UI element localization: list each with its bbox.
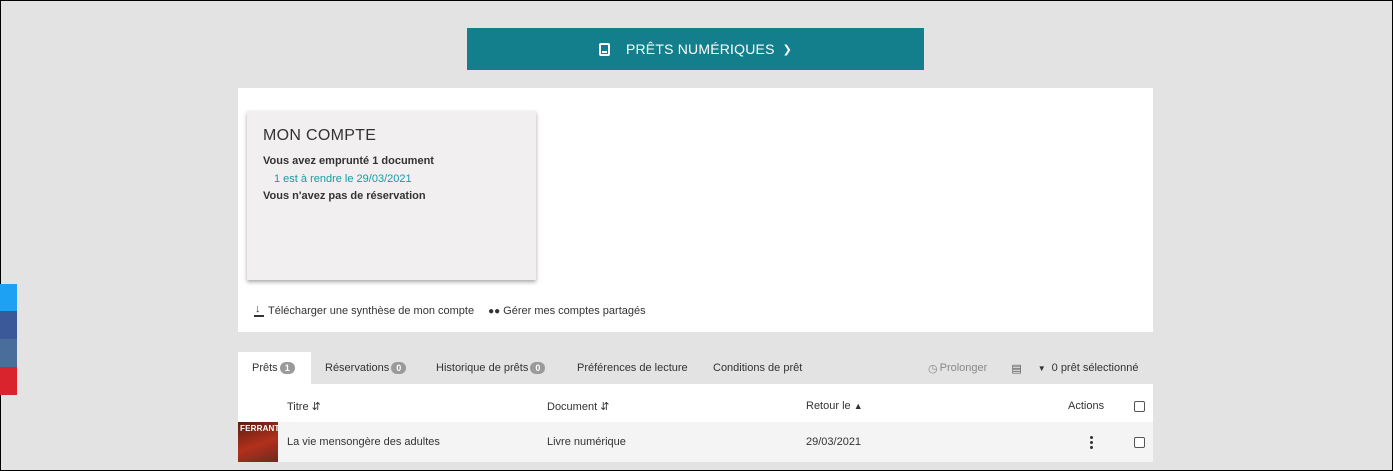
- row-title[interactable]: La vie mensongère des adultes: [287, 436, 440, 448]
- table-row: FERRANTE La vie mensongère des adultes L…: [238, 422, 1153, 462]
- col-return-label: Retour le: [806, 400, 851, 412]
- account-card: MON COMPTE Vous avez emprunté 1 document…: [247, 111, 536, 280]
- tab-reading-preferences-label: Préférences de lecture: [577, 362, 688, 374]
- loans-table: Titre ⇵ Document ⇵ Retour le ▲ Actions F…: [238, 384, 1153, 462]
- tab-loan-conditions-label: Conditions de prêt: [713, 362, 803, 374]
- borrowed-count: Vous avez emprunté 1 document: [263, 155, 434, 167]
- return-icon[interactable]: ▤: [1011, 362, 1021, 375]
- sort-icon: ⇵: [311, 401, 321, 413]
- col-document[interactable]: Document ⇵: [547, 400, 609, 413]
- tablet-icon: [598, 42, 610, 56]
- clock-icon: ◷: [928, 362, 938, 375]
- caret-down-icon: ▼: [1037, 363, 1046, 373]
- col-document-label: Document: [547, 401, 598, 413]
- digital-loans-dropdown[interactable]: PRÊTS NUMÉRIQUES ❯: [467, 28, 924, 70]
- col-return[interactable]: Retour le ▲: [806, 400, 863, 412]
- tab-history-count: 0: [530, 362, 546, 374]
- col-actions: Actions: [1068, 400, 1105, 412]
- tab-reservations[interactable]: Réservations 0: [325, 352, 407, 384]
- users-icon: ●●: [488, 305, 501, 317]
- tab-loan-conditions[interactable]: Conditions de prêt: [713, 352, 802, 384]
- digital-loans-label: PRÊTS NUMÉRIQUES: [625, 41, 775, 57]
- tab-reading-preferences[interactable]: Préférences de lecture: [577, 352, 688, 384]
- sort-icon: ⇵: [600, 401, 610, 413]
- shared-accounts-link[interactable]: ●● Gérer mes comptes partagés: [488, 305, 646, 317]
- select-all-checkbox[interactable]: [1134, 401, 1145, 412]
- pinterest-share-button[interactable]: [0, 367, 17, 395]
- loan-tools: ◷ Prolonger ▤ ▼ 0 prêt sélectionné: [928, 352, 1138, 384]
- linkedin-share-button[interactable]: [0, 339, 17, 367]
- selection-dropdown[interactable]: ▼ 0 prêt sélectionné: [1038, 362, 1139, 374]
- social-strip: [0, 284, 17, 395]
- download-summary-label: Télécharger une synthèse de mon compte: [268, 305, 475, 317]
- col-title-label: Titre: [287, 401, 309, 413]
- tab-loans-label: Prêts: [252, 362, 278, 374]
- col-title[interactable]: Titre ⇵: [287, 400, 321, 413]
- account-links: Télécharger une synthèse de mon compte ●…: [254, 303, 646, 317]
- tab-loans[interactable]: Prêts 1: [238, 352, 311, 384]
- selected-count: 0 prêt sélectionné: [1051, 362, 1139, 374]
- tab-loans-count: 1: [279, 362, 295, 374]
- kebab-menu-icon[interactable]: [1090, 436, 1094, 451]
- reservations-status: Vous n'avez pas de réservation: [263, 190, 426, 202]
- download-summary-link[interactable]: Télécharger une synthèse de mon compte: [254, 303, 475, 317]
- tab-history-label: Historique de prêts: [436, 362, 529, 374]
- loans-tabs: Prêts 1 Réservations 0 Historique de prê…: [238, 352, 1153, 384]
- account-title: MON COMPTE: [263, 127, 377, 144]
- prolong-label: Prolonger: [939, 362, 988, 374]
- due-date-link[interactable]: 1 est à rendre le 29/03/2021: [274, 173, 412, 185]
- sort-asc-icon: ▲: [853, 401, 863, 411]
- row-document: Livre numérique: [547, 436, 626, 448]
- twitter-share-button[interactable]: [0, 284, 17, 311]
- row-checkbox[interactable]: [1134, 437, 1145, 448]
- tab-reservations-label: Réservations: [325, 362, 390, 374]
- tab-reservations-count: 0: [391, 362, 407, 374]
- prolong-button[interactable]: ◷ Prolonger: [928, 362, 987, 375]
- row-return: 29/03/2021: [806, 436, 862, 448]
- download-icon: [254, 303, 264, 317]
- shared-accounts-label: Gérer mes comptes partagés: [503, 305, 646, 317]
- chevron-down-icon: ❯: [782, 43, 793, 56]
- facebook-share-button[interactable]: [0, 311, 17, 339]
- tab-history[interactable]: Historique de prêts 0: [436, 352, 546, 384]
- cover-text: FERRANTE: [240, 424, 278, 433]
- book-cover[interactable]: FERRANTE: [238, 422, 278, 462]
